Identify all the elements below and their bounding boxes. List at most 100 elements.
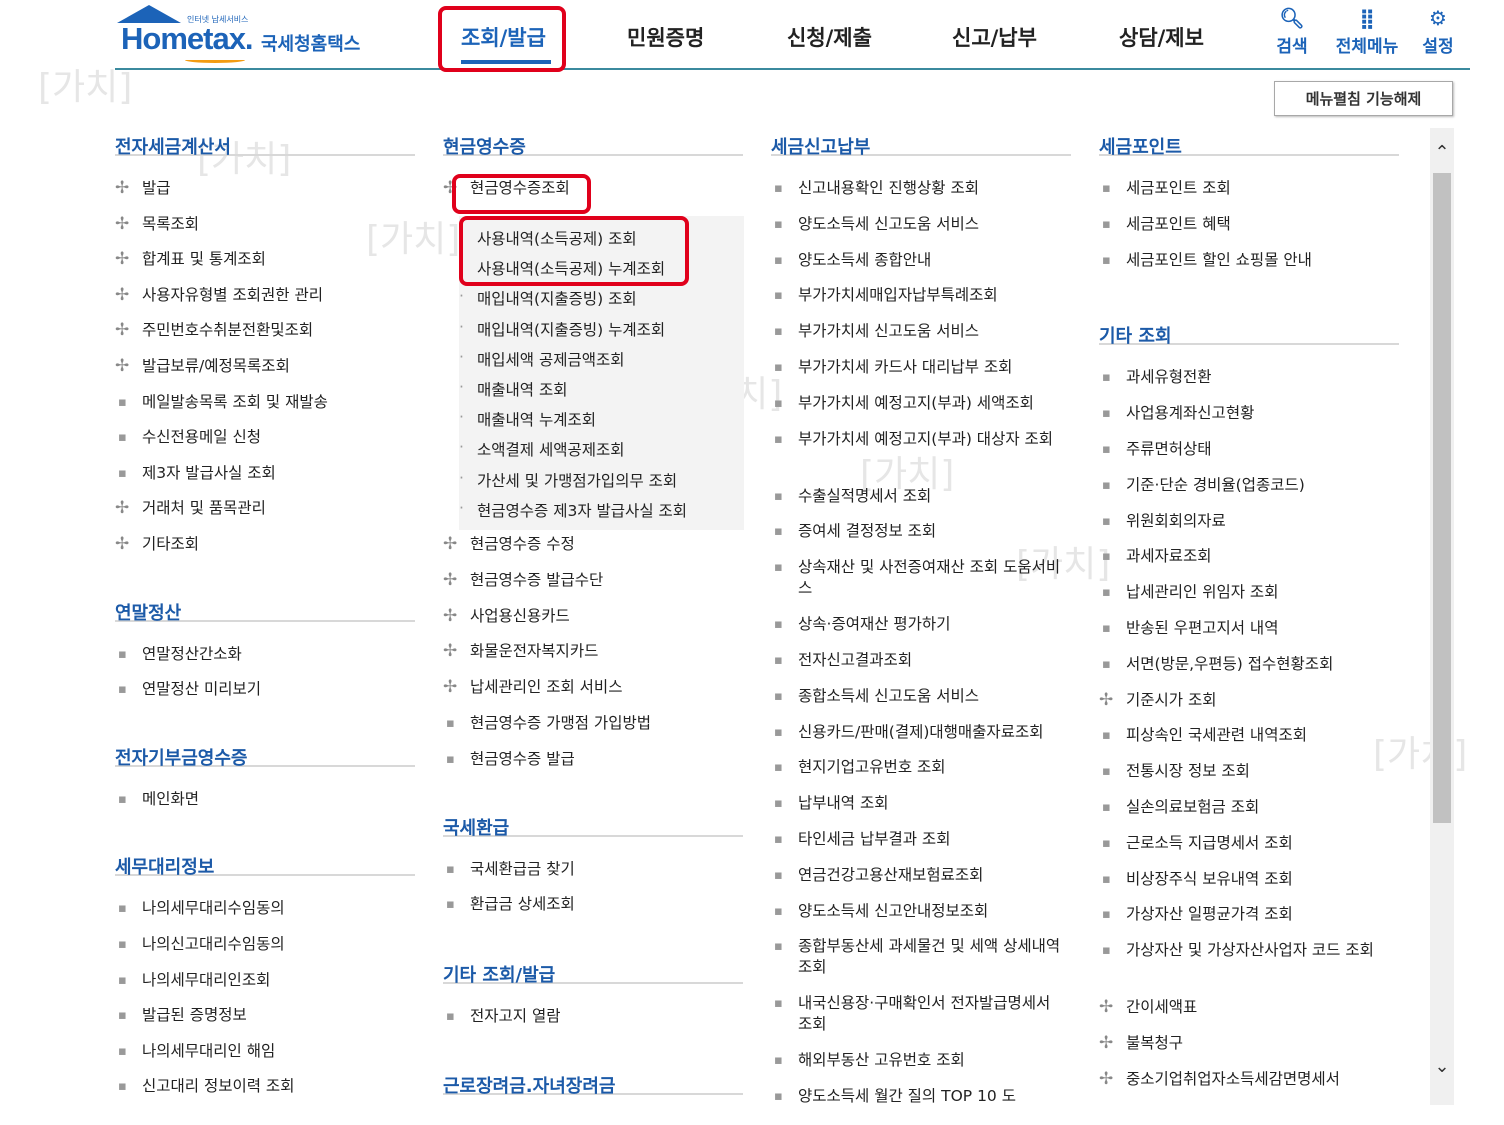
menu-item[interactable]: ▪ 제3자 발급사실 조회: [115, 463, 415, 499]
menu-item[interactable]: ▪ 신용카드/판매(결제)대행매출자료조회: [771, 722, 1066, 758]
section-title[interactable]: 전자기부금영수증: [115, 729, 415, 769]
submenu-item[interactable]: · 매입세액 공제금액조회: [459, 348, 625, 370]
menu-item[interactable]: ▪ 수신전용메일 신청: [115, 427, 415, 463]
section-title[interactable]: 근로장려금.자녀장려금: [443, 1057, 743, 1097]
menu-item[interactable]: ✢ 화물운전자복지카드: [443, 641, 743, 677]
submenu-item[interactable]: · 사용내역(소득공제) 조회: [459, 227, 637, 249]
submenu-item[interactable]: · 소액결제 세액공제조회: [459, 438, 625, 460]
menu-item[interactable]: ▪ 과세유형전환: [1099, 367, 1394, 403]
menu-item[interactable]: ▪ 납부내역 조회: [771, 793, 1066, 829]
menu-item[interactable]: ✢ 목록조회: [115, 214, 415, 250]
menu-item[interactable]: ▪ 현금영수증 발급: [443, 749, 743, 785]
submenu-item[interactable]: · 매출내역 누계조회: [459, 408, 596, 430]
menu-item[interactable]: ▪ 부가가치세 카드사 대리납부 조회: [771, 357, 1066, 393]
menu-item[interactable]: ✢ 현금영수증 발급수단: [443, 570, 743, 606]
menu-item[interactable]: ▪ 주류면허상태: [1099, 439, 1394, 475]
menu-item[interactable]: ✢ 사업용신용카드: [443, 606, 743, 642]
menu-item[interactable]: ▪ 위원회회의자료: [1099, 511, 1394, 547]
menu-item[interactable]: ▪ 상속·증여재산 평가하기: [771, 614, 1066, 650]
menu-item[interactable]: ▪ 내국신용장·구매확인서 전자발급명세서 조회: [771, 993, 1066, 1050]
menu-item[interactable]: ✢ 간이세액표: [1099, 997, 1394, 1033]
menu-item[interactable]: ▪ 나의신고대리수임동의: [115, 934, 415, 970]
menu-item[interactable]: ▪ 부가가치세 예정고지(부과) 대상자 조회: [771, 429, 1066, 486]
menu-item[interactable]: ▪ 메일발송목록 조회 및 재발송: [115, 392, 415, 428]
menu-item[interactable]: ▪ 나의세무대리인조회: [115, 970, 415, 1006]
menu-item[interactable]: ▪ 납세관리인 위임자 조회: [1099, 582, 1394, 618]
submenu-item[interactable]: · 매출내역 조회: [459, 378, 568, 400]
section-title[interactable]: 연말정산: [115, 584, 415, 624]
menu-item[interactable]: ▪ 양도소득세 신고도움 서비스: [771, 214, 1066, 250]
menu-item[interactable]: ▪ 가상자산 및 가상자산사업자 코드 조회: [1099, 940, 1394, 997]
menu-item[interactable]: ▪ 발급된 증명정보: [115, 1005, 415, 1041]
scrollbar[interactable]: ⌃ ⌄: [1430, 128, 1454, 1105]
menu-item[interactable]: ▪ 부가가치세매입자납부특례조회: [771, 285, 1066, 321]
menu-item[interactable]: ▪ 부가가치세 예정고지(부과) 세액조회: [771, 393, 1066, 429]
scrollbar-thumb[interactable]: [1433, 173, 1451, 823]
menu-item[interactable]: ▪ 증여세 결정정보 조회: [771, 521, 1066, 557]
menu-item[interactable]: ▪ 현지기업고유번호 조회: [771, 757, 1066, 793]
nav-consult-report[interactable]: 상담/제보: [1119, 22, 1204, 52]
menu-item[interactable]: ▪ 서면(방문,우편등) 접수현황조회: [1099, 654, 1394, 690]
section-title[interactable]: 전자세금계산서: [115, 118, 415, 158]
menu-item[interactable]: ▪ 세금포인트 할인 쇼핑몰 안내: [1099, 250, 1394, 286]
menu-item[interactable]: ▪ 타인세금 납부결과 조회: [771, 829, 1066, 865]
menu-item[interactable]: ▪ 근로소득 지급명세서 조회: [1099, 833, 1394, 869]
menu-item[interactable]: ▪ 가상자산 일평균가격 조회: [1099, 904, 1394, 940]
menu-item[interactable]: ▪ 종합부동산세 과세물건 및 세액 상세내역 조회: [771, 936, 1066, 993]
menu-item[interactable]: ▪ 양도소득세 종합안내: [771, 250, 1066, 286]
section-title[interactable]: 기타 조회/발급: [443, 946, 743, 986]
menu-item[interactable]: ✢ 기타조회: [115, 534, 415, 570]
menu-item[interactable]: ▪ 나의세무대리수임동의: [115, 898, 415, 934]
submenu-item[interactable]: · 가산세 및 가맹점가입의무 조회: [459, 469, 677, 491]
nav-application[interactable]: 신청/제출: [787, 22, 872, 52]
menu-item[interactable]: ▪ 상속재산 및 사전증여재산 조회 도움서비스: [771, 557, 1066, 614]
menu-item[interactable]: ▪ 세금포인트 혜택: [1099, 214, 1394, 250]
menu-item[interactable]: ▪ 신고대리 정보이력 조회: [115, 1076, 415, 1112]
submenu-item[interactable]: · 매입내역(지출증빙) 누계조회: [459, 318, 665, 340]
section-title[interactable]: 세금포인트: [1099, 118, 1399, 158]
menu-item[interactable]: ▪ 국세환급금 찾기: [443, 859, 743, 895]
scroll-up-icon[interactable]: ⌃: [1434, 142, 1450, 163]
submenu-item[interactable]: · 매입내역(지출증빙) 조회: [459, 287, 637, 309]
submenu-item[interactable]: · 사용내역(소득공제) 누계조회: [459, 257, 665, 279]
hometax-logo[interactable]: 인터넷 납세서비스 Hometax. 국세청홈택스: [115, 5, 385, 65]
menu-item[interactable]: ✢ 거래처 및 품목관리: [115, 498, 415, 534]
nav-inquiry-issue[interactable]: 조회/발급: [461, 22, 546, 52]
section-title[interactable]: 세무대리정보: [115, 838, 415, 878]
menu-item[interactable]: ✢ 불복청구: [1099, 1033, 1394, 1069]
menu-item[interactable]: ▪ 전자신고결과조회: [771, 650, 1066, 686]
scroll-down-icon[interactable]: ⌄: [1434, 1056, 1450, 1077]
nav-report-payment[interactable]: 신고/납부: [952, 22, 1037, 52]
menu-item[interactable]: ▪ 피상속인 국세관련 내역조회: [1099, 725, 1394, 761]
menu-item[interactable]: ▪ 환급금 상세조회: [443, 894, 743, 930]
menu-item[interactable]: ▪ 연말정산 미리보기: [115, 679, 415, 715]
menu-item[interactable]: ▪ 실손의료보험금 조회: [1099, 797, 1394, 833]
menu-item[interactable]: ▪ 세금포인트 조회: [1099, 178, 1394, 214]
menu-item[interactable]: ▪ 사업용계좌신고현황: [1099, 403, 1394, 439]
menu-item[interactable]: ▪ 전통시장 정보 조회: [1099, 761, 1394, 797]
menu-item[interactable]: ✢ 납세관리인 조회 서비스: [443, 677, 743, 713]
menu-item[interactable]: ✢ 중소기업취업자소득세감면명세서: [1099, 1069, 1394, 1105]
all-menu-button[interactable]: ⣿ 전체메뉴: [1332, 6, 1402, 57]
menu-item[interactable]: ▪ 해외부동산 고유번호 조회: [771, 1050, 1066, 1086]
menu-item[interactable]: ✢ 발급보류/예정목록조회: [115, 356, 415, 392]
section-title[interactable]: 국세환급: [443, 799, 743, 839]
menu-item[interactable]: ✢ 주민번호수취분전환및조회: [115, 320, 415, 356]
menu-item[interactable]: ✢ 현금영수증조회: [443, 178, 743, 214]
menu-item[interactable]: ▪ 양도소득세 신고안내정보조회: [771, 901, 1066, 937]
section-title[interactable]: 세금신고납부: [771, 118, 1071, 158]
menu-item[interactable]: ✢ 사용자유형별 조회권한 관리: [115, 285, 415, 321]
menu-item[interactable]: ▪ 양도소득세 월간 질의 TOP 10 도: [771, 1086, 1066, 1122]
menu-item[interactable]: ▪ 과세자료조회: [1099, 546, 1394, 582]
menu-item[interactable]: ▪ 부가가치세 신고도움 서비스: [771, 321, 1066, 357]
menu-item[interactable]: ✢ 기준시가 조회: [1099, 690, 1394, 726]
menu-item[interactable]: ✢ 발급: [115, 178, 415, 214]
search-button[interactable]: 🔍︎ 검색: [1273, 6, 1311, 57]
menu-item[interactable]: ▪ 현금영수증 가맹점 가입방법: [443, 713, 743, 749]
section-title[interactable]: 현금영수증: [443, 118, 743, 158]
menu-item[interactable]: ▪ 연말정산간소화: [115, 644, 415, 680]
menu-expand-toggle-button[interactable]: 메뉴펼침 기능해제: [1274, 81, 1453, 116]
menu-item[interactable]: ▪ 신고내용확인 진행상황 조회: [771, 178, 1066, 214]
menu-item[interactable]: ✢ 현금영수증 수정: [443, 534, 743, 570]
menu-item[interactable]: ▪ 기준·단순 경비율(업종코드): [1099, 475, 1394, 511]
